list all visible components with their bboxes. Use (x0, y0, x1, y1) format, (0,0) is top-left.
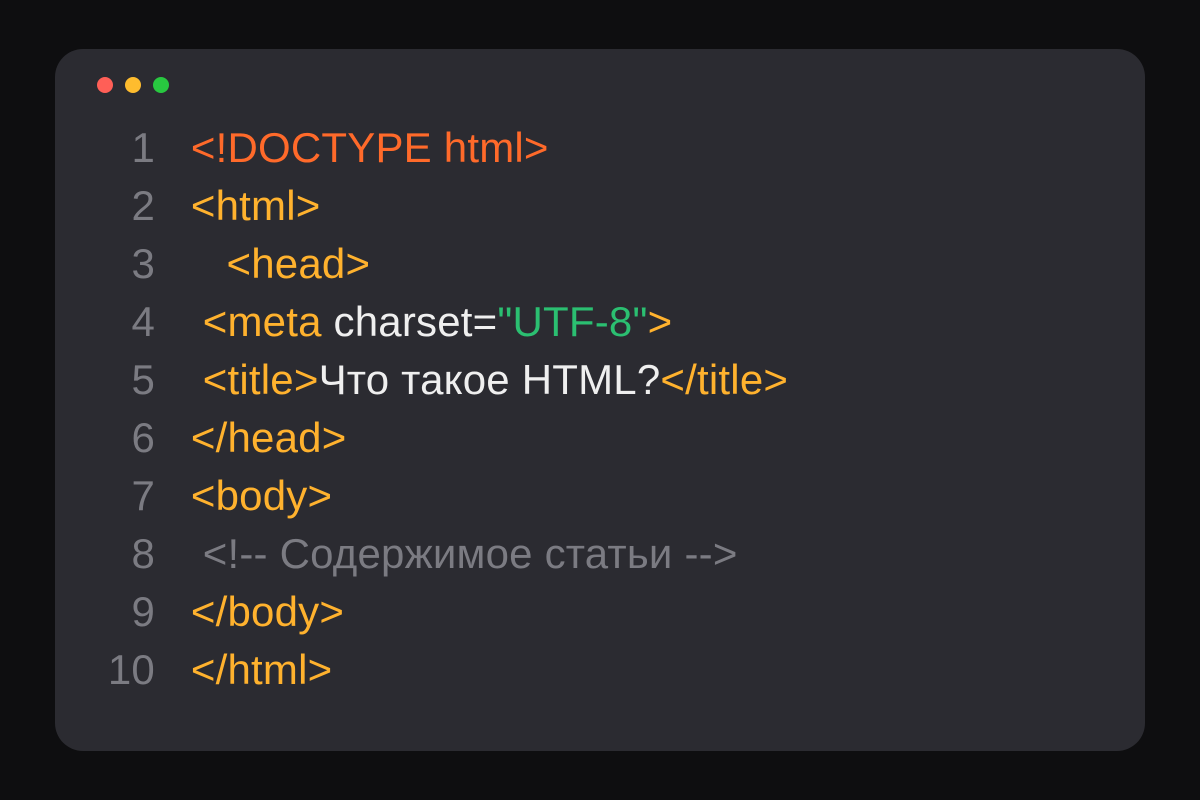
line-number: 5 (95, 351, 155, 409)
attr-token: charset= (322, 298, 498, 345)
line-number: 6 (95, 409, 155, 467)
code-content: </head> (179, 409, 1105, 467)
tag-token: <body> (191, 472, 332, 519)
code-content: <html> (179, 177, 1105, 235)
line-number: 7 (95, 467, 155, 525)
line-number: 4 (95, 293, 155, 351)
code-content: <!-- Содержимое статьи --> (179, 525, 1105, 583)
code-line: 8 <!-- Содержимое статьи --> (95, 525, 1105, 583)
tag-token: </title> (660, 356, 788, 403)
minimize-icon[interactable] (125, 77, 141, 93)
code-line: 9 </body> (95, 583, 1105, 641)
text-token: Что такое HTML? (319, 356, 661, 403)
line-number: 9 (95, 583, 155, 641)
code-line: 1 <!DOCTYPE html> (95, 119, 1105, 177)
window-controls (97, 77, 1105, 93)
code-line: 3 <head> (95, 235, 1105, 293)
code-content: <head> (179, 235, 1105, 293)
tag-token: </body> (191, 588, 344, 635)
code-line: 6 </head> (95, 409, 1105, 467)
comment-token: <!-- Содержимое статьи --> (203, 530, 738, 577)
line-number: 10 (95, 641, 155, 699)
tag-token: <title> (203, 356, 319, 403)
tag-token: <meta (203, 298, 322, 345)
tag-token: > (648, 298, 673, 345)
tag-token: </head> (191, 414, 347, 461)
code-line: 5 <title>Что такое HTML?</title> (95, 351, 1105, 409)
tag-token: <head> (226, 240, 370, 287)
code-content: </body> (179, 583, 1105, 641)
code-line: 7 <body> (95, 467, 1105, 525)
code-content: </html> (179, 641, 1105, 699)
code-editor-window: 1 <!DOCTYPE html> 2 <html> 3 <head> 4 <m… (55, 49, 1145, 751)
line-number: 3 (95, 235, 155, 293)
code-area: 1 <!DOCTYPE html> 2 <html> 3 <head> 4 <m… (95, 119, 1105, 699)
code-content: <body> (179, 467, 1105, 525)
code-content: <title>Что такое HTML?</title> (179, 351, 1105, 409)
line-number: 2 (95, 177, 155, 235)
line-number: 8 (95, 525, 155, 583)
code-line: 10 </html> (95, 641, 1105, 699)
code-line: 4 <meta charset="UTF-8"> (95, 293, 1105, 351)
code-content: <meta charset="UTF-8"> (179, 293, 1105, 351)
line-number: 1 (95, 119, 155, 177)
string-token: "UTF-8" (497, 298, 647, 345)
tag-token: </html> (191, 646, 332, 693)
tag-token: <html> (191, 182, 321, 229)
code-line: 2 <html> (95, 177, 1105, 235)
close-icon[interactable] (97, 77, 113, 93)
doctype-token: <!DOCTYPE html> (191, 124, 549, 171)
code-content: <!DOCTYPE html> (179, 119, 1105, 177)
zoom-icon[interactable] (153, 77, 169, 93)
